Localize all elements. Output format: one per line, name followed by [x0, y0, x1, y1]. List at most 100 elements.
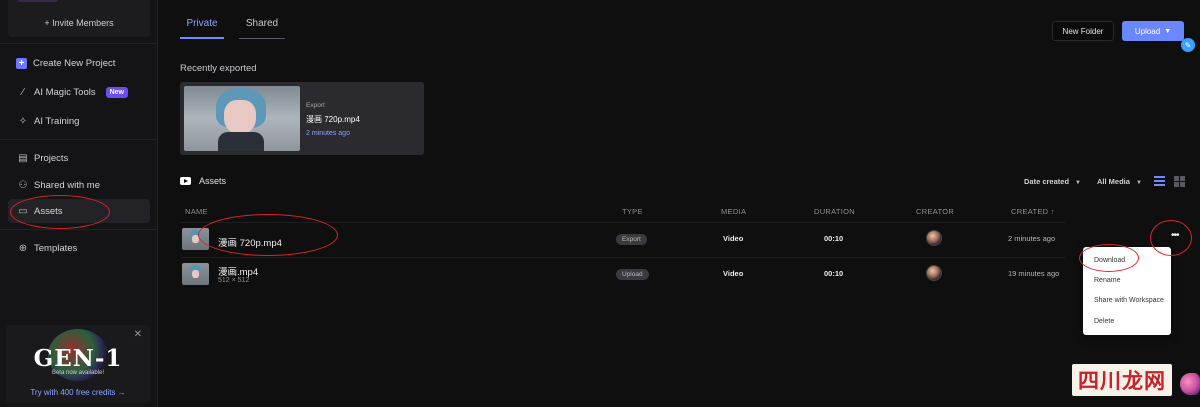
recent-export-card[interactable]: Export 漫画 720p.mp4 2 minutes ago: [180, 82, 424, 155]
row-divider: [180, 257, 1065, 258]
brain-icon: [1180, 373, 1200, 395]
tab-underline: [239, 38, 285, 39]
sidebar-item-shared-with-me[interactable]: ⚇ Shared with me: [8, 173, 150, 197]
video-icon: [180, 177, 191, 185]
menu-item-delete[interactable]: Delete: [1094, 318, 1114, 325]
table-row[interactable]: 漫画 720p.mp4 Export Video 00:10 2 minutes…: [180, 225, 1200, 255]
media-filter[interactable]: All Media ▼: [1097, 177, 1142, 186]
caret-down-icon: ▼: [1164, 27, 1172, 35]
sidebar-item-ai-training[interactable]: ✧ AI Training: [8, 109, 150, 133]
sidebar-item-label: Create New Project: [33, 57, 116, 69]
main-content: Private Shared New Folder Upload ▼ ✎ Rec…: [159, 0, 1200, 407]
tab-label: Private: [186, 18, 218, 29]
filter-label: All Media: [1097, 177, 1130, 186]
sidebar: + Invite Members + Create New Project ⁄ …: [0, 0, 158, 407]
sidebar-divider: [0, 139, 157, 140]
promo-cta-link[interactable]: Try with 400 free credits →: [6, 388, 150, 397]
gen1-promo-card[interactable]: ✕ GEN-1 Beta now available! Try with 400…: [6, 325, 150, 403]
plus-icon: +: [16, 57, 27, 69]
more-options-icon[interactable]: •••: [1171, 230, 1179, 241]
thumb-face: [224, 100, 256, 134]
creator-avatar: [926, 265, 942, 281]
tab-shared[interactable]: Shared: [239, 18, 285, 39]
assets-heading-label: Assets: [199, 176, 227, 186]
sidebar-item-templates[interactable]: ⊕ Templates: [8, 236, 150, 260]
watermark-text: 四川龙网: [1078, 368, 1166, 393]
type-badge: Upload: [616, 269, 649, 280]
asset-duration: 00:10: [824, 269, 844, 278]
sidebar-item-label: Projects: [34, 152, 69, 164]
column-header-name[interactable]: NAME: [185, 207, 208, 216]
workspace-avatar: [18, 0, 58, 2]
asset-dimensions: 512 × 512: [218, 277, 250, 284]
new-folder-label: New Folder: [1062, 26, 1104, 36]
menu-item-rename[interactable]: Rename: [1094, 277, 1120, 284]
asset-thumbnail: [182, 263, 209, 285]
menu-item-download[interactable]: Download: [1094, 257, 1125, 264]
invite-members-button[interactable]: + Invite Members: [8, 18, 150, 28]
column-header-media[interactable]: MEDIA: [721, 207, 746, 216]
asset-created: 2 minutes ago: [1008, 234, 1056, 243]
sidebar-divider: [0, 43, 157, 44]
users-icon: ⚇: [18, 179, 28, 191]
column-header-type[interactable]: TYPE: [622, 207, 643, 216]
date-created-filter[interactable]: Date created ▼: [1024, 177, 1081, 186]
watermark-logo: 四川龙网: [1072, 364, 1172, 396]
sidebar-item-label: Assets: [34, 205, 63, 217]
recently-exported-label: Recently exported: [180, 63, 257, 74]
asset-media: Video: [723, 234, 744, 243]
column-header-creator[interactable]: CREATOR: [916, 207, 954, 216]
export-name: 漫画 720p.mp4: [306, 115, 360, 124]
asset-name: 漫画.mp4: [218, 267, 259, 278]
export-time: 2 minutes ago: [306, 130, 350, 137]
upload-label: Upload: [1134, 26, 1161, 36]
list-view-icon[interactable]: [1154, 176, 1165, 187]
thumb-body: [218, 132, 264, 151]
caret-down-icon: ▼: [1075, 180, 1081, 186]
sidebar-item-label: Shared with me: [34, 179, 101, 191]
sidebar-item-label: AI Training: [34, 115, 80, 127]
column-header-duration[interactable]: DURATION: [814, 207, 855, 216]
asset-duration: 00:10: [824, 234, 844, 243]
sidebar-divider: [0, 229, 157, 230]
caret-down-icon: ▼: [1135, 180, 1142, 186]
table-row[interactable]: 漫画.mp4 512 × 512 Upload Video 00:10 19 m…: [180, 260, 1200, 290]
tab-private[interactable]: Private: [180, 18, 224, 39]
filter-label: Date created: [1024, 177, 1070, 186]
asset-created: 19 minutes ago: [1008, 269, 1060, 278]
new-badge: New: [105, 86, 129, 98]
sidebar-item-ai-magic-tools[interactable]: ⁄ AI Magic Tools New: [8, 80, 150, 104]
tab-label: Shared: [245, 18, 279, 29]
menu-item-share-with-workspace[interactable]: Share with Workspace: [1094, 297, 1164, 304]
sidebar-item-projects[interactable]: ▤ Projects: [8, 146, 150, 170]
sidebar-item-create-new-project[interactable]: + Create New Project: [8, 51, 150, 75]
asset-name: 漫画 720p.mp4: [218, 238, 282, 249]
close-icon[interactable]: ✕: [134, 329, 142, 340]
asset-media: Video: [723, 269, 744, 278]
sidebar-item-assets[interactable]: ▭ Assets: [8, 199, 150, 223]
magic-wand-icon: ⁄: [22, 86, 24, 98]
column-header-created[interactable]: CREATED ↑: [1011, 207, 1055, 216]
chat-help-icon[interactable]: ✎: [1181, 38, 1195, 52]
grid-view-icon[interactable]: [1174, 176, 1185, 187]
asset-thumbnail: [182, 228, 209, 250]
folder-icon: ▭: [18, 205, 28, 217]
promo-title: GEN-1: [33, 345, 123, 372]
export-kind: Export: [306, 102, 325, 109]
new-folder-button[interactable]: New Folder: [1052, 21, 1114, 41]
export-thumbnail: [184, 86, 300, 151]
sidebar-item-label: Templates: [34, 242, 78, 254]
context-menu: Download Rename Share with Workspace Del…: [1083, 247, 1171, 335]
workspace-box: + Invite Members: [8, 0, 150, 37]
export-meta: Export 漫画 720p.mp4 2 minutes ago: [306, 102, 360, 137]
tab-underline: [180, 37, 224, 39]
projects-icon: ▤: [18, 152, 28, 164]
sparkle-icon: ✧: [18, 115, 28, 127]
upload-button[interactable]: Upload ▼: [1122, 21, 1184, 41]
sidebar-item-label: AI Magic Tools: [34, 86, 96, 98]
type-badge: Export: [616, 234, 647, 245]
globe-icon: ⊕: [18, 242, 28, 254]
assets-heading: Assets: [180, 176, 226, 186]
creator-avatar: [926, 230, 942, 246]
promo-subtitle: Beta now available!: [51, 370, 105, 376]
